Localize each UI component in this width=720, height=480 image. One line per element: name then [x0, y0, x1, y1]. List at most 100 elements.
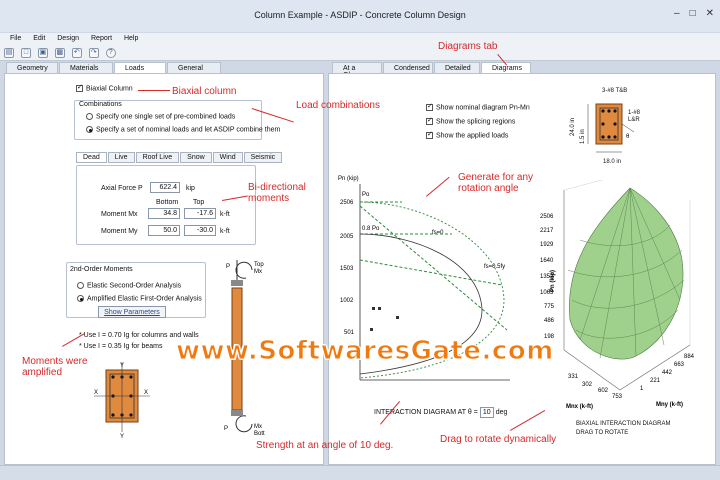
z-tick-486: 486 [544, 318, 555, 324]
tab-detailed[interactable]: Detailed [434, 62, 480, 73]
open-icon[interactable]: □ [20, 48, 31, 58]
my-top-input[interactable]: -30.0 [184, 225, 216, 236]
axial-unit: kip [186, 185, 195, 192]
drag-caption: DRAG TO ROTATE [576, 430, 629, 436]
x-tick-c: 602 [598, 388, 609, 394]
svg-text:θ: θ [626, 134, 630, 140]
y-tick-d: 663 [674, 362, 685, 368]
menu-file[interactable]: File [10, 35, 21, 42]
axial-input[interactable]: 622.4 [150, 182, 180, 193]
tab-materials[interactable]: Materials [59, 62, 113, 73]
z-axis-label: Pn (kip) [550, 270, 556, 292]
x-tick-a: 331 [568, 374, 579, 380]
x-axis-label: Mnx (k-ft) [566, 404, 593, 410]
axial-label: Axial Force P [101, 185, 143, 192]
my-bottom-input[interactable]: 50.0 [148, 225, 180, 236]
maximize-icon[interactable]: □ [690, 8, 696, 19]
callout-drag-rotate: Drag to rotate dynamically [440, 434, 557, 445]
svg-text:Bott: Bott [254, 431, 265, 437]
undo-icon[interactable]: ↶ [71, 48, 82, 58]
section-width-label: 18.0 in [603, 159, 622, 165]
show-parameters-button[interactable]: Show Parameters [98, 306, 166, 318]
callout-diagrams-tab: Diagrams tab [438, 41, 498, 52]
z-tick-1640: 1640 [540, 258, 554, 264]
toolbar: ▤ □ ▣ ▩ ↶ ↷ ? [0, 45, 720, 61]
taskbar [0, 465, 720, 480]
y-tick-2506: 2506 [340, 200, 354, 206]
amplified-first-order-option[interactable]: Amplified Elastic First-Order Analysis [77, 295, 202, 302]
print-icon[interactable]: ▩ [54, 48, 65, 58]
y-tick-1503: 1503 [340, 266, 354, 272]
theta-input[interactable]: 10 [479, 407, 494, 418]
redo-icon[interactable]: ↷ [88, 48, 99, 58]
tab-condensed[interactable]: Condensed [383, 62, 433, 73]
y-tick-a: 1 [640, 386, 644, 392]
help-icon[interactable]: ? [105, 48, 116, 58]
bottom-header: Bottom [156, 199, 179, 206]
svg-text:X: X [144, 390, 148, 396]
my-label: Moment My [101, 228, 138, 235]
mx-top-input[interactable]: -17.6 [184, 208, 216, 219]
new-icon[interactable]: ▤ [4, 48, 14, 58]
fs05-label: fs=0.5fy [484, 264, 505, 270]
callout-strength-angle: Strength at an angle of 10 deg. [256, 440, 394, 451]
mx-unit: k-ft [220, 211, 230, 218]
po08-label: 0.8 Po [362, 226, 380, 232]
menu-design[interactable]: Design [57, 35, 79, 42]
y-tick-c: 442 [662, 370, 673, 376]
callout-biaxial: Biaxial column [172, 86, 237, 97]
save-icon[interactable]: ▣ [37, 48, 48, 58]
svg-text:P: P [226, 264, 230, 270]
z-tick-2217: 2217 [540, 228, 554, 234]
y-tick-2005: 2005 [340, 234, 354, 240]
tab-wind[interactable]: Wind [212, 152, 243, 163]
show-nominal-checkbox[interactable]: Show nominal diagram Pn-Mn [426, 102, 530, 111]
show-loads-checkbox[interactable]: Show the applied loads [426, 130, 508, 139]
y-tick-1002: 1002 [340, 298, 354, 304]
svg-text:Mx: Mx [254, 424, 262, 430]
biaxial-title: BIAXIAL INTERACTION DIAGRAM [576, 421, 671, 427]
biaxial-surface-3d[interactable]: 2506 2217 1929 1640 1352 1063 775 486 19… [540, 180, 715, 420]
tab-geometry[interactable]: Geometry [6, 62, 58, 73]
biaxial-checkbox[interactable]: Biaxial Column [76, 83, 133, 92]
tab-at-a-glance[interactable]: At a Glance [332, 62, 382, 79]
menu-help[interactable]: Help [124, 35, 138, 42]
combo-option-nominal[interactable]: Specify a set of nominal loads and let A… [86, 126, 280, 133]
load-type-tabs: Dead Live Roof Live Snow Wind Seismic [76, 152, 283, 163]
watermark: www.SoftwaresGate.com [176, 336, 554, 367]
svg-text:P: P [224, 426, 228, 432]
callout-generate: Generate for any rotation angle [458, 172, 534, 194]
x-tick-b: 302 [582, 382, 593, 388]
show-splicing-checkbox[interactable]: Show the splicing regions [426, 116, 515, 125]
top-header: Top [193, 199, 205, 206]
pn-axis-label: Pn (kip) [338, 176, 359, 182]
y-tick-e: 884 [684, 354, 695, 360]
tab-live[interactable]: Live [107, 152, 135, 163]
window-controls: – □ ✕ [674, 8, 714, 19]
svg-text:Y: Y [120, 434, 124, 440]
tab-seismic[interactable]: Seismic [243, 152, 283, 163]
section-side-label: 1-#8 L&R [628, 110, 641, 123]
menu-bar: File Edit Design Report Help [0, 33, 720, 45]
mx-bottom-input[interactable]: 34.8 [148, 208, 180, 219]
tab-roof-live[interactable]: Roof Live [135, 152, 180, 163]
svg-text:Mx: Mx [254, 269, 262, 275]
z-tick-1929: 1929 [540, 242, 554, 248]
biaxial-check-icon[interactable] [76, 83, 83, 92]
tab-snow[interactable]: Snow [180, 152, 212, 163]
minimize-icon[interactable]: – [674, 8, 680, 19]
my-unit: k-ft [220, 228, 230, 235]
elastic-second-order-option[interactable]: Elastic Second-Order Analysis [77, 282, 181, 289]
section-height-label: 24.0 in [570, 117, 576, 136]
tab-general[interactable]: General [167, 62, 221, 73]
menu-edit[interactable]: Edit [33, 35, 45, 42]
callout-load-combinations: Load combinations [296, 100, 380, 111]
close-icon[interactable]: ✕ [706, 8, 714, 19]
combo-option-single[interactable]: Specify one single set of pre-combined l… [86, 113, 235, 120]
y-tick-b: 221 [650, 378, 661, 384]
callout-moments-amplified: Moments were amplified [22, 356, 88, 378]
section-top-label: 3-#8 T&B [602, 88, 628, 94]
tab-dead[interactable]: Dead [76, 152, 107, 163]
fs0-label: fs=0 [432, 230, 444, 236]
menu-report[interactable]: Report [91, 35, 112, 42]
